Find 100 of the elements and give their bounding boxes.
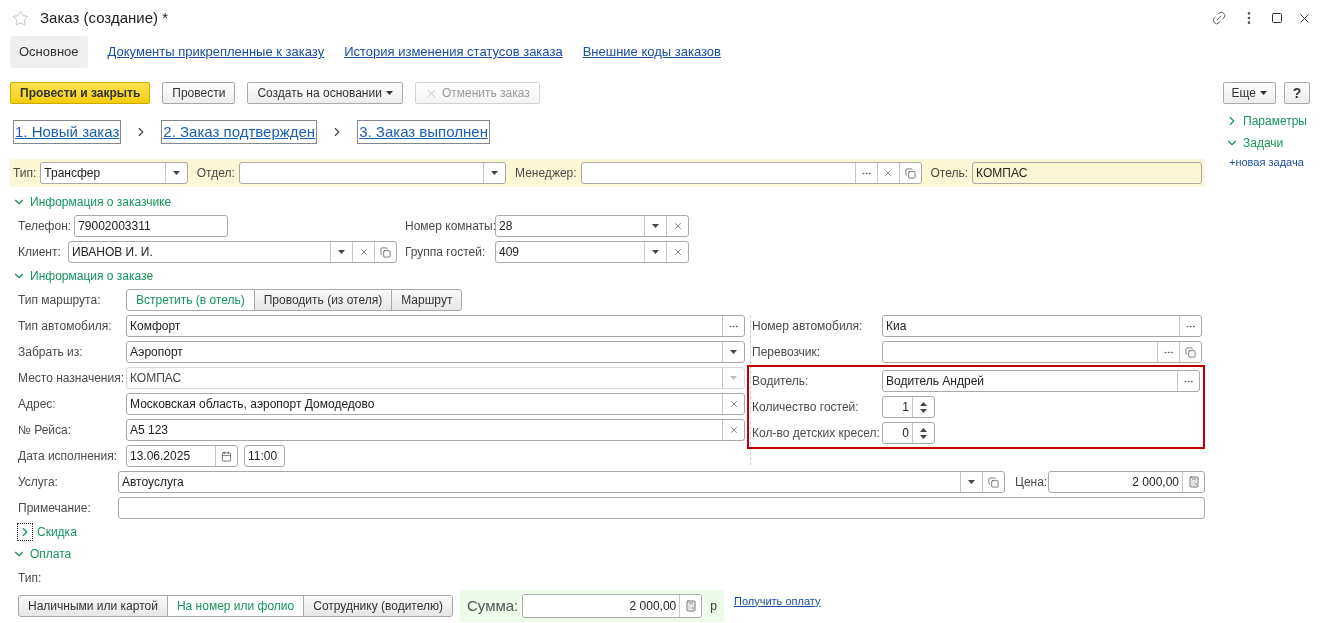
input-field[interactable]: [882, 341, 1202, 363]
input-field[interactable]: КОМПАС: [972, 162, 1202, 184]
field-label: Группа гостей:: [405, 244, 487, 261]
section-toggle[interactable]: Оплата: [12, 543, 72, 565]
step-link[interactable]: 1. Новый заказ: [13, 120, 122, 144]
tab[interactable]: Основное: [10, 36, 88, 68]
input-field[interactable]: Трансфер: [40, 162, 188, 184]
field-label: Водитель:: [752, 373, 810, 390]
toolbar-button[interactable]: Провести: [162, 82, 236, 104]
field-label: Отель:: [930, 165, 969, 182]
field-label: Кол-во детских кресел:: [752, 425, 881, 442]
input-field[interactable]: 13.06.2025: [126, 445, 238, 467]
field-label: Количество гостей:: [752, 399, 860, 416]
pay-link[interactable]: Получить оплату: [734, 592, 821, 610]
section-toggle[interactable]: Информация о заказчике: [12, 191, 172, 213]
caret-icon: [652, 250, 659, 254]
input-field[interactable]: Автоуслуга: [118, 471, 1005, 493]
toggle-option[interactable]: Проводить (из отеля): [253, 289, 393, 311]
field-label: Примечание:: [18, 500, 92, 517]
input-field[interactable]: 28: [495, 215, 689, 237]
tab[interactable]: Документы прикрепленные к заказу: [107, 36, 325, 68]
field-label: Адрес:: [18, 396, 57, 413]
section-toggle[interactable]: Задачи: [1225, 132, 1310, 154]
down-arrow-icon: [920, 408, 927, 413]
field-label: № Рейса:: [18, 422, 73, 439]
caret-icon: [172, 171, 180, 175]
caret-icon: [730, 376, 737, 380]
field-label: Тип маршрута:: [18, 292, 102, 309]
section-toggle[interactable]: Информация о заказе: [12, 265, 154, 287]
field-label: Отдел:: [196, 165, 235, 182]
tab[interactable]: История изменения статусов заказа: [344, 36, 563, 68]
field-label: Номер автомобиля:: [752, 318, 864, 335]
new-task-link[interactable]: +новая задача: [1229, 154, 1310, 171]
maximize-icon[interactable]: [1271, 12, 1283, 24]
caret-icon: [968, 480, 975, 484]
input-field[interactable]: 1: [882, 396, 935, 418]
input-field[interactable]: 11:00: [244, 445, 285, 467]
calculator-icon: [684, 600, 697, 612]
copy-icon: [380, 246, 391, 258]
toggle-option[interactable]: Наличными или картой: [18, 595, 168, 617]
input-field[interactable]: Водитель Андрей: [882, 370, 1200, 392]
calendar-icon: [221, 450, 232, 462]
field-label: Услуга:: [18, 474, 59, 491]
caret-icon: [385, 91, 393, 95]
close-icon: [358, 247, 369, 257]
input-field[interactable]: [118, 497, 1205, 519]
input-field[interactable]: 2 000,00: [522, 594, 703, 618]
close-icon: [728, 425, 739, 435]
input-field[interactable]: 79002003311: [74, 215, 229, 237]
window-title: Заказ (создание) *: [40, 7, 168, 28]
field-label: Тип:: [18, 571, 42, 585]
toggle-option[interactable]: На номер или фолио: [166, 595, 305, 617]
caret-icon: [1260, 91, 1267, 95]
field-label: Цена:: [1015, 474, 1048, 491]
up-arrow-icon: [920, 427, 927, 432]
caret-icon: [730, 350, 737, 354]
field-label: Номер комнаты:: [405, 218, 495, 235]
input-field[interactable]: [580, 162, 922, 184]
toolbar-button[interactable]: Создать на основании: [247, 82, 403, 104]
calculator-icon: [1187, 476, 1200, 488]
caret-icon: [338, 250, 345, 254]
field-label: Тип автомобиля:: [18, 318, 113, 335]
input-field[interactable]: Комфорт: [126, 315, 745, 337]
step-link[interactable]: 2. Заказ подтвержден: [161, 120, 318, 144]
input-field[interactable]: 0: [882, 422, 935, 444]
star-icon[interactable]: [12, 9, 29, 27]
input-field[interactable]: Киа: [882, 315, 1202, 337]
input-field[interactable]: Аэропорт: [126, 341, 745, 363]
step-link[interactable]: 3. Заказ выполнен: [357, 120, 490, 144]
help-button[interactable]: ?: [1284, 82, 1310, 104]
tab[interactable]: Внешние коды заказов: [582, 36, 721, 68]
down-arrow-icon: [920, 434, 927, 439]
copy-icon: [988, 476, 999, 488]
input-field[interactable]: А5 123: [126, 419, 745, 441]
currency-label: р: [710, 598, 717, 615]
caret-icon: [652, 224, 659, 228]
section-toggle[interactable]: Скидка: [17, 521, 77, 543]
field-label: Сумма:: [467, 595, 519, 616]
field-label: Тип:: [13, 165, 37, 182]
toolbar-button[interactable]: Провести и закрыть: [10, 82, 151, 104]
close-icon: [728, 399, 739, 409]
more-button[interactable]: Еще: [1222, 82, 1276, 104]
close-icon: [672, 221, 683, 231]
toggle-option[interactable]: Встретить (в отель): [126, 289, 255, 311]
input-field[interactable]: ИВАНОВ И. И.: [68, 241, 397, 263]
input-field[interactable]: 2 000,00: [1048, 471, 1205, 493]
field-label: Менеджер:: [515, 165, 577, 182]
field-label: Дата исполнения:: [18, 448, 118, 465]
copy-icon: [1185, 346, 1196, 358]
field-label: Перевозчик:: [752, 344, 822, 361]
input-field[interactable]: 409: [495, 241, 689, 263]
toggle-option[interactable]: Маршрут: [391, 289, 463, 311]
input-field[interactable]: [238, 162, 507, 184]
section-toggle[interactable]: Параметры: [1225, 110, 1310, 132]
input-field[interactable]: Московская область, аэропорт Домодедово: [126, 393, 745, 415]
close-icon: [883, 168, 893, 178]
copy-icon: [904, 167, 916, 179]
caret-icon: [491, 171, 499, 175]
toggle-option[interactable]: Сотруднику (водителю): [303, 595, 453, 617]
close-icon: [672, 247, 683, 257]
